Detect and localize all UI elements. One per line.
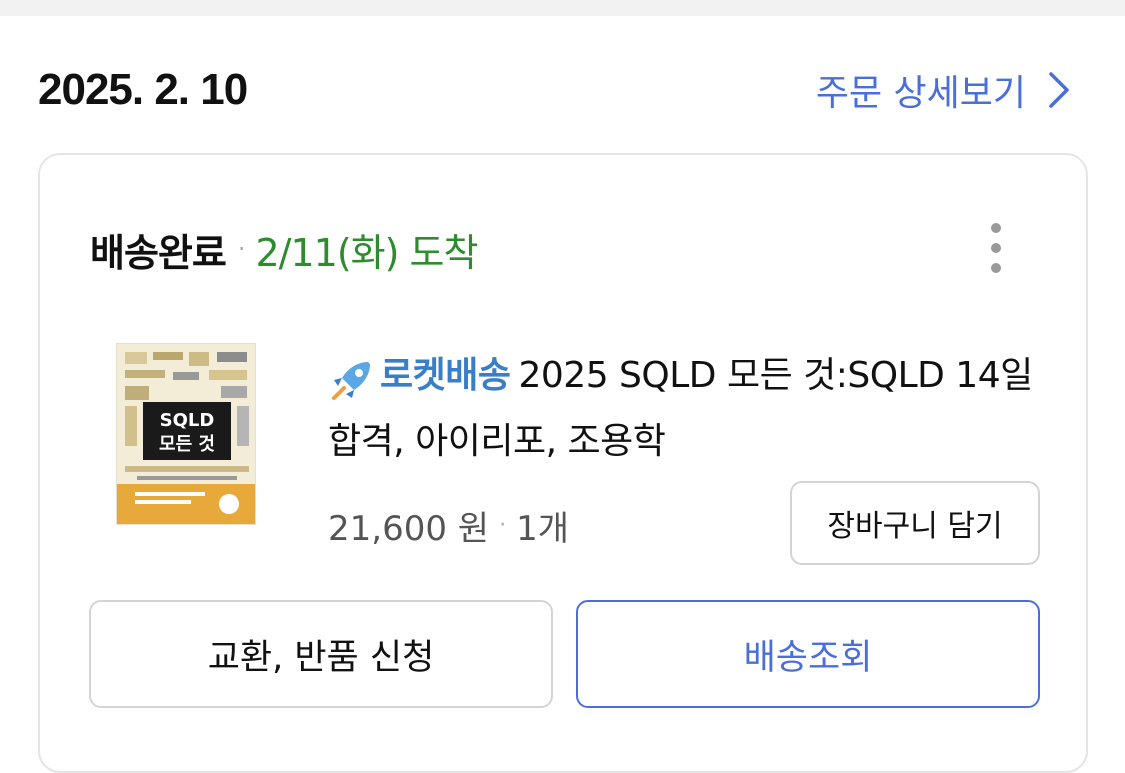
kebab-menu-icon[interactable] (986, 223, 1006, 273)
order-header: 2025. 2. 10 주문 상세보기 (38, 58, 1070, 122)
rocket-delivery-label: 로켓배송 (380, 355, 511, 396)
menu-dot (991, 223, 1001, 233)
order-card: 배송완료 · 2/11(화) 도착 SQLD 모든 것 로켓배송 2025 SQ… (38, 153, 1088, 773)
track-delivery-button[interactable]: 배송조회 (576, 600, 1040, 708)
shipment-status-row: 배송완료 · 2/11(화) 도착 (90, 221, 478, 277)
arrival-date: 2/11(화) 도착 (255, 230, 478, 275)
rocket-icon (332, 362, 370, 400)
order-date: 2025. 2. 10 (38, 65, 248, 114)
product-title[interactable]: 로켓배송 2025 SQLD 모든 것:SQLD 14일 합격, 아이리포, 조… (328, 343, 1048, 475)
add-to-cart-button[interactable]: 장바구니 담기 (790, 481, 1040, 565)
menu-dot (991, 263, 1001, 273)
cover-title-line1: SQLD (160, 410, 215, 431)
book-cover-image: SQLD 모든 것 (117, 344, 255, 524)
rocket-delivery-badge: 로켓배송 (328, 343, 511, 409)
product-price: 21,600 원 (328, 508, 490, 549)
product-quantity: 1개 (516, 508, 569, 549)
product-thumbnail[interactable]: SQLD 모든 것 (116, 343, 256, 525)
chevron-right-icon (1049, 72, 1069, 108)
separator-dot: · (499, 512, 507, 538)
section-divider (0, 0, 1125, 16)
separator-dot: · (237, 235, 246, 263)
order-detail-link[interactable]: 주문 상세보기 (816, 64, 1070, 116)
exchange-return-button[interactable]: 교환, 반품 신청 (89, 600, 553, 708)
order-detail-label: 주문 상세보기 (815, 73, 1026, 114)
menu-dot (991, 243, 1001, 253)
delivery-status: 배송완료 (90, 230, 227, 275)
cover-title-line2: 모든 것 (159, 434, 215, 455)
price-row: 21,600 원 · 1개 (328, 495, 569, 555)
